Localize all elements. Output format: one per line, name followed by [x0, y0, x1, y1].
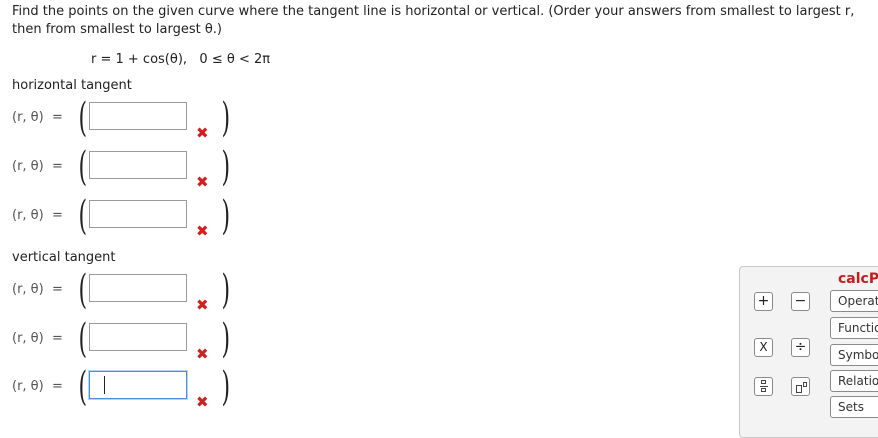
incorrect-x-icon: ✖ — [196, 296, 209, 314]
open-paren: ( — [78, 364, 88, 410]
incorrect-x-icon: ✖ — [196, 345, 209, 363]
close-paren: ) — [221, 364, 231, 410]
horizontal-answer-input-1[interactable] — [89, 102, 187, 130]
close-paren: ) — [221, 144, 231, 190]
minus-button[interactable]: − — [791, 292, 810, 311]
close-paren: ) — [221, 316, 231, 362]
open-paren: ( — [78, 316, 88, 362]
divide-button[interactable]: ÷ — [791, 338, 810, 357]
horizontal-answer-row-3: (r, θ) = ( ) ✖ — [12, 193, 252, 240]
vertical-answer-input-1[interactable] — [89, 274, 187, 302]
vertical-answer-row-1: (r, θ) = ( ) ✖ — [12, 267, 252, 314]
curve-equation: r = 1 + cos(θ), 0 ≤ θ < 2π — [91, 52, 271, 67]
open-paren: ( — [78, 144, 88, 190]
open-paren: ( — [78, 95, 88, 141]
r-theta-label: (r, θ) = — [12, 282, 63, 297]
vertical-answer-row-3: (r, θ) = ( ) ✖ — [12, 364, 252, 411]
r-theta-label: (r, θ) = — [12, 379, 63, 394]
fraction-button[interactable] — [754, 377, 773, 396]
palette-tab-operations[interactable]: Operat — [830, 290, 878, 312]
vertical-tangent-heading: vertical tangent — [12, 250, 116, 265]
palette-title: calcP — [838, 271, 878, 287]
text-cursor — [104, 376, 105, 394]
times-button[interactable]: X — [754, 338, 773, 357]
palette-tab-functions[interactable]: Functio — [830, 317, 878, 339]
close-paren: ) — [221, 193, 231, 239]
question-text: Find the points on the given curve where… — [12, 4, 855, 37]
horizontal-answer-row-1: (r, θ) = ( ) ✖ — [12, 95, 252, 142]
r-theta-label: (r, θ) = — [12, 331, 63, 346]
power-button[interactable] — [791, 377, 810, 396]
incorrect-x-icon: ✖ — [196, 222, 209, 240]
open-paren: ( — [78, 193, 88, 239]
incorrect-x-icon: ✖ — [196, 393, 209, 411]
plus-button[interactable]: + — [754, 292, 773, 311]
horizontal-answer-input-3[interactable] — [89, 200, 187, 228]
r-theta-label: (r, θ) = — [12, 159, 63, 174]
r-theta-label: (r, θ) = — [12, 110, 63, 125]
close-paren: ) — [221, 95, 231, 141]
vertical-answer-row-2: (r, θ) = ( ) ✖ — [12, 316, 252, 363]
horizontal-answer-row-2: (r, θ) = ( ) ✖ — [12, 144, 252, 191]
incorrect-x-icon: ✖ — [196, 173, 209, 191]
vertical-answer-input-2[interactable] — [89, 323, 187, 351]
palette-tab-symbols[interactable]: Symbo — [830, 344, 878, 366]
open-paren: ( — [78, 267, 88, 313]
close-paren: ) — [221, 267, 231, 313]
horizontal-answer-input-2[interactable] — [89, 151, 187, 179]
math-palette: calcP + − X ÷ Operat Functio Symbo Relat… — [739, 266, 878, 438]
palette-tab-sets[interactable]: Sets — [830, 396, 878, 418]
incorrect-x-icon: ✖ — [196, 124, 209, 142]
palette-tab-relations[interactable]: Relatio — [830, 370, 878, 392]
r-theta-label: (r, θ) = — [12, 208, 63, 223]
fraction-icon — [760, 379, 768, 394]
horizontal-tangent-heading: horizontal tangent — [12, 78, 132, 93]
